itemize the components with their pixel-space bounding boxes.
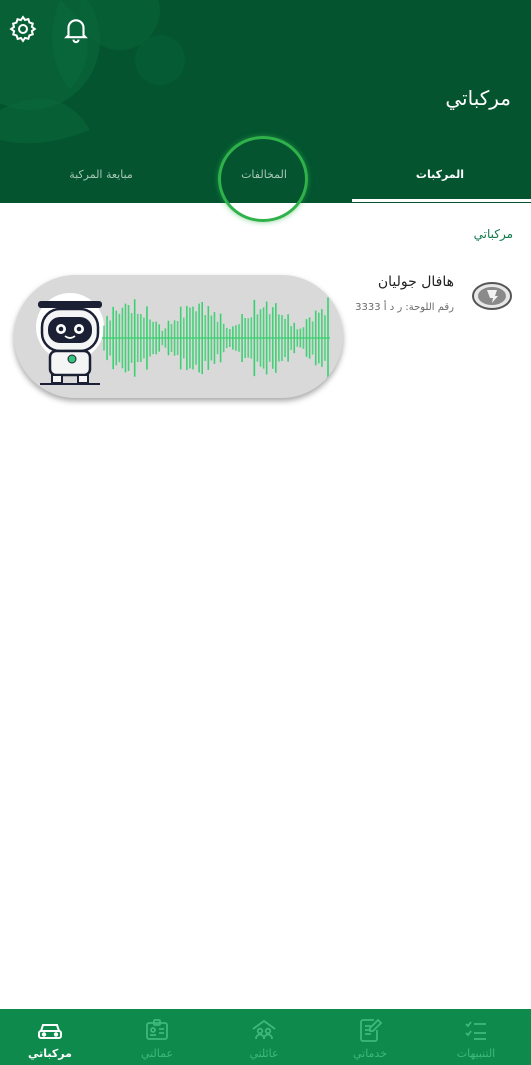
section-title: مركباتي — [473, 227, 513, 241]
nav-my-workers[interactable]: عمالتي — [109, 1010, 205, 1064]
nav-alerts[interactable]: التنبيهات — [428, 1010, 524, 1064]
nav-label: التنبيهات — [456, 1047, 496, 1060]
car-brand-logo-icon — [472, 282, 512, 310]
nav-label: مركباتي — [28, 1047, 72, 1060]
voice-waveform-icon — [102, 297, 330, 379]
voice-assistant-card[interactable] — [14, 275, 343, 398]
vehicle-name[interactable]: هافال جوليان — [378, 274, 454, 290]
car-icon — [38, 1024, 62, 1039]
checklist-icon — [465, 1021, 486, 1040]
nav-label: خدماتي — [352, 1047, 388, 1060]
page-title: مركباتي — [445, 86, 511, 110]
family-icon — [252, 1019, 276, 1040]
gear-icon[interactable] — [8, 14, 38, 44]
tab-highlight-ring — [218, 136, 308, 222]
nav-label: عائلتي — [249, 1047, 279, 1060]
tab-vehicles[interactable]: المركبات — [380, 168, 500, 181]
active-tab-indicator — [352, 199, 531, 202]
plate-number: رقم اللوحة: ر د أ 3333 — [355, 302, 454, 313]
nav-my-vehicles[interactable]: مركباتي — [2, 1010, 98, 1064]
id-card-icon — [146, 1019, 168, 1040]
nav-my-family[interactable]: عائلتي — [216, 1010, 312, 1064]
bell-icon[interactable] — [61, 14, 91, 44]
tab-vehicle-sale[interactable]: مبايعة المركبة — [26, 168, 176, 181]
edit-document-icon — [360, 1018, 383, 1042]
nav-label: عمالتي — [140, 1047, 174, 1060]
nav-my-services[interactable]: خدماتي — [322, 1010, 418, 1064]
